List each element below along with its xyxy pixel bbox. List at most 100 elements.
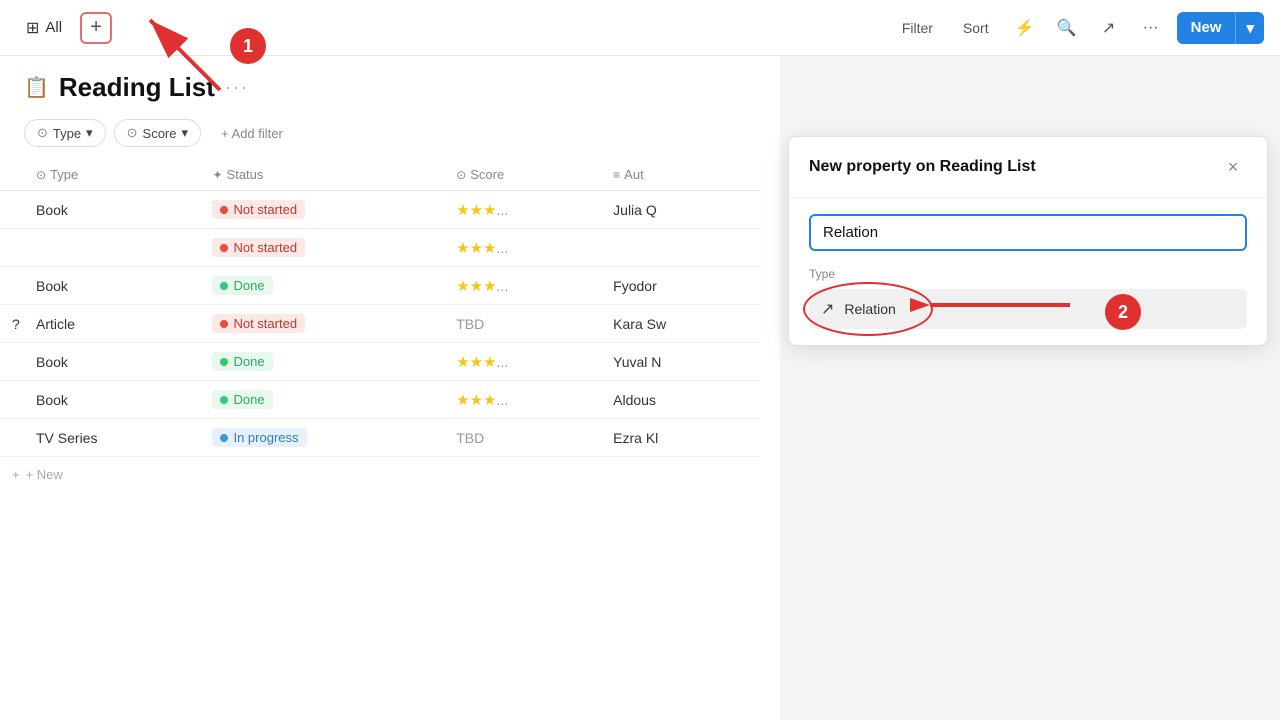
page-icon: 📋 xyxy=(24,75,49,100)
toolbar: ⊞ All + Filter Sort ⚡ 🔍 ↗ ··· New ▾ xyxy=(0,0,1280,56)
table-row: ?ArticleNot startedTBDKara Sw xyxy=(0,305,760,343)
col-header-score[interactable]: ⊙Score xyxy=(444,159,601,191)
cell-name: ? xyxy=(0,305,24,343)
col-header-type[interactable]: ⊙Type xyxy=(24,159,200,191)
status-badge: Done xyxy=(212,390,272,409)
panel-overlay: New property on Reading List × Type ↗ Re… xyxy=(780,56,1280,720)
type-section-label: Type xyxy=(809,267,1247,281)
more-icon[interactable]: ··· xyxy=(1135,12,1167,44)
status-dot xyxy=(220,244,228,252)
add-filter-label: + Add filter xyxy=(221,126,283,141)
status-dot xyxy=(220,396,228,404)
table-row: TV SeriesIn progressTBDEzra Kl xyxy=(0,419,760,457)
toolbar-left: ⊞ All + xyxy=(16,12,884,44)
col-header-status[interactable]: ✦Status xyxy=(200,159,444,191)
cell-status: Not started xyxy=(200,191,444,229)
cell-type: Article xyxy=(24,305,200,343)
score-filter-label: Score xyxy=(143,126,177,141)
filter-type-pill[interactable]: ⊙ Type ▾ xyxy=(24,119,106,147)
cell-score: ★★★... xyxy=(444,343,601,381)
status-badge: Not started xyxy=(212,200,305,219)
panel-body: Type ↗ Relation xyxy=(789,198,1267,345)
cell-type: Book xyxy=(24,343,200,381)
add-new-row-button[interactable]: + + New xyxy=(0,457,760,492)
stars: ★★★ xyxy=(456,392,496,409)
cell-name xyxy=(0,229,24,267)
score-filter-chevron: ▾ xyxy=(182,125,189,141)
cell-score: ★★★... xyxy=(444,229,601,267)
grid-icon: ⊞ xyxy=(26,18,39,38)
panel-header: New property on Reading List × xyxy=(789,137,1267,198)
type-filter-label: Type xyxy=(53,126,81,141)
new-button[interactable]: New ▾ xyxy=(1177,12,1264,44)
cell-author: Fyodor xyxy=(601,267,760,305)
type-filter-chevron: ▾ xyxy=(86,125,93,141)
author-col-icon: ≡ xyxy=(613,168,620,182)
filter-label: Filter xyxy=(902,20,933,36)
stars: ★★★ xyxy=(456,240,496,257)
cell-score: ★★★... xyxy=(444,191,601,229)
tab-all-label: All xyxy=(45,19,62,36)
col-header-author[interactable]: ≡Aut xyxy=(601,159,760,191)
status-col-icon: ✦ xyxy=(212,168,222,182)
table-header-row: ⊙Type ✦Status ⊙Score ≡Aut xyxy=(0,159,760,191)
tab-all[interactable]: ⊞ All xyxy=(16,12,72,44)
relation-type-option[interactable]: ↗ Relation xyxy=(809,289,1247,329)
table-row: BookDone★★★...Yuval N xyxy=(0,343,760,381)
add-new-row-label: + New xyxy=(26,467,63,482)
filter-button[interactable]: Filter xyxy=(892,14,943,42)
sort-button[interactable]: Sort xyxy=(953,14,999,42)
table-row: Not started ★★★... xyxy=(0,229,760,267)
cell-name xyxy=(0,191,24,229)
data-table-wrapper: ⊙Type ✦Status ⊙Score ≡Aut xyxy=(0,159,760,492)
page-menu[interactable]: ··· xyxy=(225,77,249,98)
cell-type xyxy=(24,229,200,267)
cell-status: Not started xyxy=(200,229,444,267)
status-badge: In progress xyxy=(212,428,306,447)
status-dot xyxy=(220,320,228,328)
cell-score: ★★★... xyxy=(444,381,601,419)
search-icon[interactable]: 🔍 xyxy=(1051,12,1083,44)
cell-status: Not started xyxy=(200,305,444,343)
status-dot xyxy=(220,206,228,214)
relation-type-label: Relation xyxy=(844,301,895,317)
panel-close-button[interactable]: × xyxy=(1219,153,1247,181)
status-badge: Not started xyxy=(212,314,305,333)
score-col-icon: ⊙ xyxy=(456,168,466,182)
cell-name xyxy=(0,381,24,419)
toolbar-right: Filter Sort ⚡ 🔍 ↗ ··· New ▾ xyxy=(892,12,1264,44)
status-badge: Not started xyxy=(212,238,305,257)
cell-name xyxy=(0,419,24,457)
property-name-input-wrapper xyxy=(809,214,1247,251)
stars: ★★★ xyxy=(456,278,496,295)
lightning-icon[interactable]: ⚡ xyxy=(1009,12,1041,44)
new-property-panel: New property on Reading List × Type ↗ Re… xyxy=(788,136,1268,346)
stars: ★★★ xyxy=(456,202,496,219)
table-body: BookNot started★★★...Julia QNot started★… xyxy=(0,191,760,457)
cell-status: Done xyxy=(200,343,444,381)
cell-author: Julia Q xyxy=(601,191,760,229)
page-title: Reading List xyxy=(59,72,215,103)
link-icon[interactable]: ↗ xyxy=(1093,12,1125,44)
cell-score: ★★★... xyxy=(444,267,601,305)
content-area: 📋 Reading List ··· ⊙ Type ▾ ⊙ Score ▾ + … xyxy=(0,56,1280,720)
status-dot xyxy=(220,434,228,442)
property-name-input[interactable] xyxy=(823,224,1233,241)
score-filter-icon: ⊙ xyxy=(127,125,138,141)
new-button-arrow[interactable]: ▾ xyxy=(1235,12,1264,44)
status-dot xyxy=(220,282,228,290)
cell-author: Ezra Kl xyxy=(601,419,760,457)
sort-label: Sort xyxy=(963,20,989,36)
data-table: ⊙Type ✦Status ⊙Score ≡Aut xyxy=(0,159,760,457)
cell-status: Done xyxy=(200,267,444,305)
cell-name xyxy=(0,267,24,305)
filter-score-pill[interactable]: ⊙ Score ▾ xyxy=(114,119,201,147)
cell-status: Done xyxy=(200,381,444,419)
new-button-label: New xyxy=(1177,12,1236,43)
add-filter-button[interactable]: + Add filter xyxy=(209,121,295,146)
add-view-button[interactable]: + xyxy=(80,12,112,44)
panel-title: New property on Reading List xyxy=(809,158,1036,176)
stars: ★★★ xyxy=(456,354,496,371)
type-filter-icon: ⊙ xyxy=(37,125,48,141)
col-header-name xyxy=(0,159,24,191)
